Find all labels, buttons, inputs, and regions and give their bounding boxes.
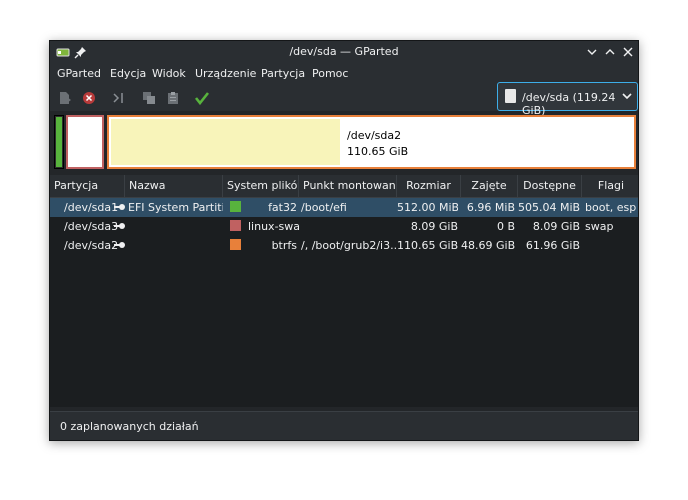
cell-name: [128, 217, 223, 236]
column-header-zajete[interactable]: Zajęte: [461, 175, 518, 197]
cell-used: 48.69 GiB: [461, 239, 515, 252]
column-header-rozmiar[interactable]: Rozmiar: [397, 175, 461, 197]
new-partition-icon[interactable]: [57, 90, 73, 106]
menu-pomoc[interactable]: Pomoc: [312, 67, 348, 80]
close-icon[interactable]: [621, 45, 635, 59]
cell-name: EFI System Partition: [128, 201, 223, 214]
cell-used: 0 B: [496, 220, 515, 233]
device-selector[interactable]: /dev/sda (119.24 GiB): [497, 82, 638, 117]
disk-icon: [505, 89, 516, 103]
cell-free: 505.04 MiB: [518, 201, 580, 214]
cell-flags: [585, 236, 640, 255]
chevron-down-icon[interactable]: [585, 45, 599, 59]
menu-urzadzenie[interactable]: Urządzenie: [195, 67, 256, 80]
copy-icon[interactable]: [141, 90, 157, 106]
cell-name: [128, 236, 223, 255]
diskmap-sda2-used: [111, 119, 340, 165]
chevron-up-icon[interactable]: [603, 45, 617, 59]
column-header-punkt-montowania[interactable]: Punkt montowania: [299, 175, 397, 197]
cell-flags: swap: [585, 220, 614, 233]
fs-color-swatch: [230, 201, 241, 212]
chevron-down-icon: [621, 90, 633, 105]
menu-bar: GParted Edycja Widok Urządzenie Partycja…: [50, 63, 638, 83]
fs-color-swatch: [230, 239, 241, 250]
menu-widok[interactable]: Widok: [152, 67, 186, 80]
gparted-window: /dev/sda — GParted GParted Edycja Widok …: [49, 40, 639, 441]
menu-gparted[interactable]: GParted: [57, 67, 101, 80]
column-header-system-plikow[interactable]: System plików: [223, 175, 299, 197]
diskmap-partition-sda1[interactable]: [54, 115, 64, 169]
title-bar: /dev/sda — GParted: [50, 41, 638, 63]
delete-icon[interactable]: [81, 90, 97, 106]
resize-move-icon[interactable]: [110, 90, 126, 106]
pending-operations-status: 0 zaplanowanych działań: [60, 420, 199, 433]
column-header-partycja[interactable]: Partycja: [50, 175, 125, 197]
column-header-nazwa[interactable]: Nazwa: [125, 175, 223, 197]
paste-icon[interactable]: [165, 90, 181, 106]
diskmap-partition-sda3[interactable]: [66, 115, 104, 169]
cell-filesystem: fat32: [268, 201, 297, 214]
cell-free: 8.09 GiB: [532, 220, 580, 233]
diskmap-sda1-fill: [56, 117, 62, 167]
disk-map: /dev/sda2 110.65 GiB: [54, 115, 636, 171]
cell-mountpoint: /, /boot/grub2/i3...: [301, 239, 397, 252]
cell-flags: boot, esp: [585, 201, 637, 214]
column-header-flagi[interactable]: Flagi: [582, 175, 640, 197]
diskmap-partition-sda2[interactable]: /dev/sda2 110.65 GiB: [107, 115, 636, 169]
cell-filesystem: btrfs: [271, 239, 297, 252]
partition-table: Partycja Nazwa System plików Punkt monto…: [50, 175, 638, 407]
cell-size: 8.09 GiB: [410, 220, 458, 233]
cell-size: 512.00 MiB: [397, 201, 458, 214]
menu-edycja[interactable]: Edycja: [110, 67, 146, 80]
table-header: Partycja Nazwa System plików Punkt monto…: [50, 175, 638, 198]
table-row[interactable]: /dev/sda1 EFI System Partition fat32 /bo…: [50, 198, 638, 217]
cell-used: 6.96 MiB: [466, 201, 515, 214]
cell-mountpoint: [301, 217, 397, 236]
device-selector-label: /dev/sda (119.24 GiB): [522, 91, 616, 117]
status-bar: 0 zaplanowanych działań: [50, 411, 638, 440]
diskmap-sda2-size: 110.65 GiB: [347, 145, 409, 158]
cell-mountpoint: /boot/efi: [301, 201, 347, 214]
fs-color-swatch: [230, 220, 241, 231]
cell-size: 110.65 GiB: [397, 239, 458, 252]
apply-icon[interactable]: [194, 90, 210, 106]
table-row[interactable]: /dev/sda3 linux-swap 8.09 GiB 0 B 8.09 G…: [50, 217, 638, 236]
menu-partycja[interactable]: Partycja: [261, 67, 305, 80]
table-row[interactable]: /dev/sda2 btrfs /, /boot/grub2/i3... 110…: [50, 236, 638, 255]
key-icon: [113, 202, 125, 215]
column-header-dostepne[interactable]: Dostępne: [518, 175, 582, 197]
window-title: /dev/sda — GParted: [289, 45, 399, 58]
key-icon: [113, 221, 125, 234]
cell-free: 61.96 GiB: [525, 239, 580, 252]
cell-filesystem: linux-swap: [248, 220, 301, 233]
key-icon: [113, 240, 125, 253]
diskmap-sda2-name: /dev/sda2: [347, 129, 402, 142]
